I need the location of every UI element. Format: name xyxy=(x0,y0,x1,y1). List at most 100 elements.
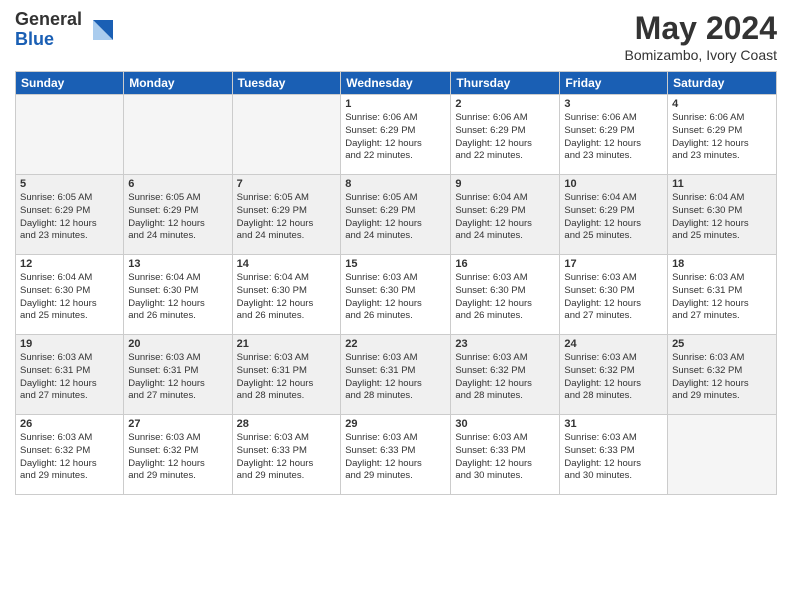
day-number: 11 xyxy=(672,178,772,190)
day-info: Sunrise: 6:03 AM Sunset: 6:33 PM Dayligh… xyxy=(564,432,663,483)
calendar-week-row: 19 Sunrise: 6:03 AM Sunset: 6:31 PM Dayli… xyxy=(16,335,777,415)
day-number: 5 xyxy=(20,178,119,190)
day-info: Sunrise: 6:03 AM Sunset: 6:32 PM Dayligh… xyxy=(672,352,772,403)
day-number: 10 xyxy=(564,178,663,190)
table-row: 6 Sunrise: 6:05 AM Sunset: 6:29 PM Daylig… xyxy=(124,175,232,255)
day-info: Sunrise: 6:03 AM Sunset: 6:33 PM Dayligh… xyxy=(345,432,446,483)
day-number: 12 xyxy=(20,258,119,270)
day-info: Sunrise: 6:04 AM Sunset: 6:30 PM Dayligh… xyxy=(128,272,227,323)
table-row: 26Sunrise: 6:03 AM Sunset: 6:32 PM Dayli… xyxy=(16,415,124,495)
day-info: Sunrise: 6:04 AM Sunset: 6:30 PM Dayligh… xyxy=(672,192,772,243)
table-row: 11 Sunrise: 6:04 AM Sunset: 6:30 PM Dayli… xyxy=(668,175,777,255)
title-section: May 2024 Bomizambo, Ivory Coast xyxy=(625,10,778,63)
header-wednesday: Wednesday xyxy=(341,72,451,95)
header: General Blue May 2024 Bomizambo, Ivory C… xyxy=(15,10,777,63)
table-row: 27 Sunrise: 6:03 AM Sunset: 6:32 PM Dayli… xyxy=(124,415,232,495)
logo: General Blue xyxy=(15,10,115,50)
day-info: Sunrise: 6:03 AM Sunset: 6:32 PM Dayligh… xyxy=(455,352,555,403)
day-info: Sunrise: 6:03 AM Sunset: 6:31 PM Dayligh… xyxy=(128,352,227,403)
table-row xyxy=(232,95,341,175)
table-row: 20Sunrise: 6:03 AM Sunset: 6:31 PM Dayli… xyxy=(124,335,232,415)
day-info: Sunrise: 6:05 AM Sunset: 6:29 PM Dayligh… xyxy=(128,192,227,243)
day-number: 4 xyxy=(672,98,772,110)
day-number: 6 xyxy=(128,178,227,190)
day-info: Sunrise: 6:06 AM Sunset: 6:29 PM Dayligh… xyxy=(672,112,772,163)
calendar-table: Sunday Monday Tuesday Wednesday Thursday… xyxy=(15,71,777,495)
day-number: 9 xyxy=(455,178,555,190)
table-row: 15Sunrise: 6:03 AM Sunset: 6:30 PM Dayli… xyxy=(341,255,451,335)
logo-text: General Blue xyxy=(15,10,82,50)
calendar-week-row: 12 Sunrise: 6:04 AM Sunset: 6:30 PM Dayli… xyxy=(16,255,777,335)
day-number: 29 xyxy=(345,418,446,430)
day-number: 30 xyxy=(455,418,555,430)
table-row: 16 Sunrise: 6:03 AM Sunset: 6:30 PM Dayli… xyxy=(451,255,560,335)
table-row: 30 Sunrise: 6:03 AM Sunset: 6:33 PM Dayli… xyxy=(451,415,560,495)
day-info: Sunrise: 6:05 AM Sunset: 6:29 PM Dayligh… xyxy=(237,192,337,243)
table-row: 18Sunrise: 6:03 AM Sunset: 6:31 PM Dayli… xyxy=(668,255,777,335)
day-number: 1 xyxy=(345,98,446,110)
day-info: Sunrise: 6:03 AM Sunset: 6:30 PM Dayligh… xyxy=(345,272,446,323)
day-info: Sunrise: 6:03 AM Sunset: 6:31 PM Dayligh… xyxy=(672,272,772,323)
day-number: 27 xyxy=(128,418,227,430)
day-info: Sunrise: 6:03 AM Sunset: 6:30 PM Dayligh… xyxy=(455,272,555,323)
table-row: 8 Sunrise: 6:05 AM Sunset: 6:29 PM Daylig… xyxy=(341,175,451,255)
day-info: Sunrise: 6:03 AM Sunset: 6:32 PM Dayligh… xyxy=(564,352,663,403)
day-info: Sunrise: 6:03 AM Sunset: 6:30 PM Dayligh… xyxy=(564,272,663,323)
day-number: 3 xyxy=(564,98,663,110)
calendar-header-row: Sunday Monday Tuesday Wednesday Thursday… xyxy=(16,72,777,95)
day-number: 14 xyxy=(237,258,337,270)
table-row: 14Sunrise: 6:04 AM Sunset: 6:30 PM Dayli… xyxy=(232,255,341,335)
day-info: Sunrise: 6:03 AM Sunset: 6:31 PM Dayligh… xyxy=(20,352,119,403)
table-row: 7 Sunrise: 6:05 AM Sunset: 6:29 PM Daylig… xyxy=(232,175,341,255)
day-info: Sunrise: 6:03 AM Sunset: 6:31 PM Dayligh… xyxy=(237,352,337,403)
table-row: 31 Sunrise: 6:03 AM Sunset: 6:33 PM Dayli… xyxy=(560,415,668,495)
day-info: Sunrise: 6:04 AM Sunset: 6:30 PM Dayligh… xyxy=(20,272,119,323)
day-number: 2 xyxy=(455,98,555,110)
table-row: 1 Sunrise: 6:06 AM Sunset: 6:29 PM Daylig… xyxy=(341,95,451,175)
day-info: Sunrise: 6:03 AM Sunset: 6:32 PM Dayligh… xyxy=(128,432,227,483)
table-row: 10Sunrise: 6:04 AM Sunset: 6:29 PM Dayli… xyxy=(560,175,668,255)
table-row xyxy=(668,415,777,495)
header-tuesday: Tuesday xyxy=(232,72,341,95)
day-info: Sunrise: 6:03 AM Sunset: 6:33 PM Dayligh… xyxy=(455,432,555,483)
table-row: 2 Sunrise: 6:06 AM Sunset: 6:29 PM Daylig… xyxy=(451,95,560,175)
day-info: Sunrise: 6:06 AM Sunset: 6:29 PM Dayligh… xyxy=(455,112,555,163)
day-number: 8 xyxy=(345,178,446,190)
day-info: Sunrise: 6:06 AM Sunset: 6:29 PM Dayligh… xyxy=(345,112,446,163)
table-row xyxy=(124,95,232,175)
table-row: 5 Sunrise: 6:05 AM Sunset: 6:29 PM Daylig… xyxy=(16,175,124,255)
month-title: May 2024 xyxy=(625,10,778,47)
table-row: 22Sunrise: 6:03 AM Sunset: 6:31 PM Dayli… xyxy=(341,335,451,415)
table-row: 23Sunrise: 6:03 AM Sunset: 6:32 PM Dayli… xyxy=(451,335,560,415)
day-info: Sunrise: 6:03 AM Sunset: 6:33 PM Dayligh… xyxy=(237,432,337,483)
day-number: 13 xyxy=(128,258,227,270)
day-number: 31 xyxy=(564,418,663,430)
day-number: 24 xyxy=(564,338,663,350)
table-row: 24 Sunrise: 6:03 AM Sunset: 6:32 PM Dayli… xyxy=(560,335,668,415)
day-number: 25 xyxy=(672,338,772,350)
location: Bomizambo, Ivory Coast xyxy=(625,47,778,63)
logo-icon xyxy=(85,16,115,46)
table-row: 17 Sunrise: 6:03 AM Sunset: 6:30 PM Dayli… xyxy=(560,255,668,335)
day-number: 16 xyxy=(455,258,555,270)
day-info: Sunrise: 6:05 AM Sunset: 6:29 PM Dayligh… xyxy=(345,192,446,243)
day-info: Sunrise: 6:05 AM Sunset: 6:29 PM Dayligh… xyxy=(20,192,119,243)
table-row xyxy=(16,95,124,175)
header-thursday: Thursday xyxy=(451,72,560,95)
header-saturday: Saturday xyxy=(668,72,777,95)
header-sunday: Sunday xyxy=(16,72,124,95)
day-number: 28 xyxy=(237,418,337,430)
day-number: 19 xyxy=(20,338,119,350)
day-info: Sunrise: 6:03 AM Sunset: 6:32 PM Dayligh… xyxy=(20,432,119,483)
day-number: 7 xyxy=(237,178,337,190)
day-number: 21 xyxy=(237,338,337,350)
table-row: 25 Sunrise: 6:03 AM Sunset: 6:32 PM Dayli… xyxy=(668,335,777,415)
table-row: 13 Sunrise: 6:04 AM Sunset: 6:30 PM Dayli… xyxy=(124,255,232,335)
header-monday: Monday xyxy=(124,72,232,95)
table-row: 28 Sunrise: 6:03 AM Sunset: 6:33 PM Dayli… xyxy=(232,415,341,495)
header-friday: Friday xyxy=(560,72,668,95)
day-number: 17 xyxy=(564,258,663,270)
table-row: 19 Sunrise: 6:03 AM Sunset: 6:31 PM Dayli… xyxy=(16,335,124,415)
calendar-week-row: 1 Sunrise: 6:06 AM Sunset: 6:29 PM Daylig… xyxy=(16,95,777,175)
table-row: 29 Sunrise: 6:03 AM Sunset: 6:33 PM Dayli… xyxy=(341,415,451,495)
